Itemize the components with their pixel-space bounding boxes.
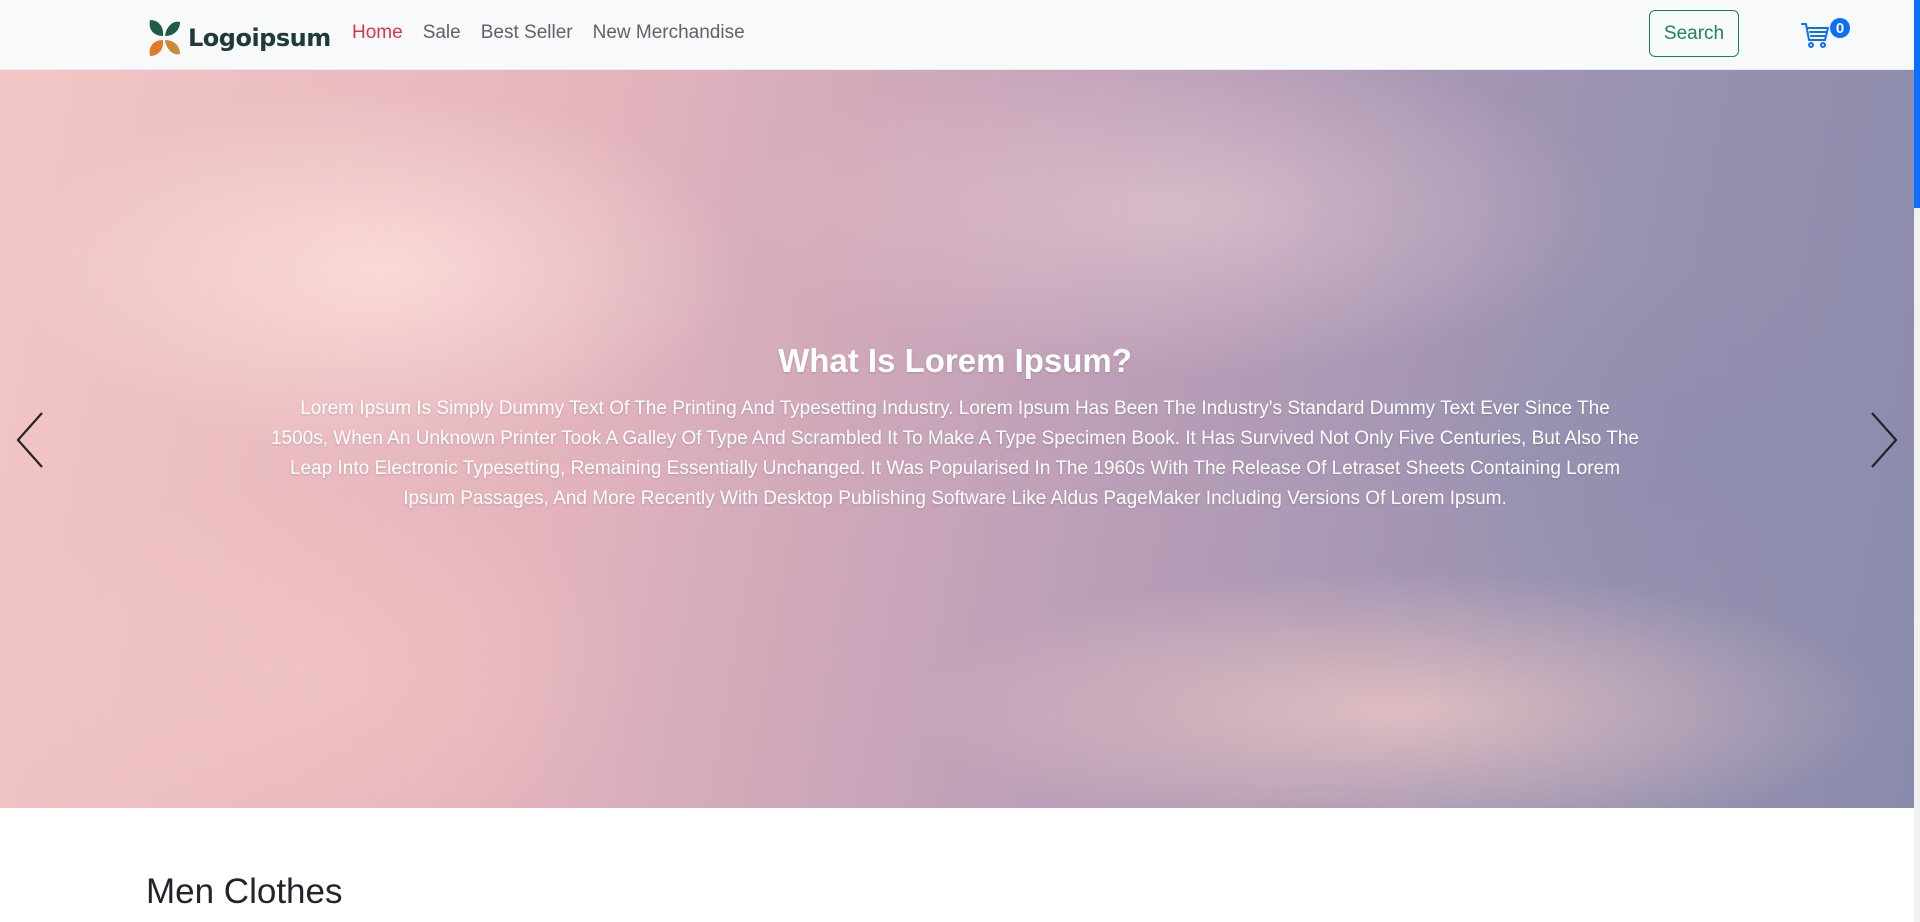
scrollbar-thumb[interactable] xyxy=(1914,0,1920,208)
hero-title: What Is Lorem Ipsum? xyxy=(778,342,1132,379)
shopping-cart-icon[interactable] xyxy=(1800,20,1830,50)
navbar: Logoipsum Home Sale Best Seller New Merc… xyxy=(0,0,1914,70)
cart-count-badge: 0 xyxy=(1830,18,1850,38)
nav-link-home[interactable]: Home xyxy=(352,22,403,44)
hero-text: Lorem Ipsum Is Simply Dummy Text Of The … xyxy=(270,398,1639,509)
brand-name: Logoipsum xyxy=(188,24,331,52)
hero-caption: What Is Lorem Ipsum? Lorem Ipsum Is Simp… xyxy=(270,342,1640,514)
carousel-prev-button[interactable] xyxy=(0,400,60,480)
hero-carousel: What Is Lorem Ipsum? Lorem Ipsum Is Simp… xyxy=(0,70,1914,808)
search-button[interactable]: Search xyxy=(1649,10,1739,57)
nav-link-new-merchandise[interactable]: New Merchandise xyxy=(593,22,745,44)
logo-icon xyxy=(149,20,180,56)
nav-link-sale[interactable]: Sale xyxy=(423,22,461,44)
brand-logo[interactable]: Logoipsum xyxy=(146,18,331,58)
chevron-left-icon xyxy=(16,412,43,468)
chevron-right-icon xyxy=(1871,412,1898,468)
nav-link-best-seller[interactable]: Best Seller xyxy=(481,22,573,44)
carousel-next-button[interactable] xyxy=(1854,400,1914,480)
page-scrollbar[interactable] xyxy=(1914,0,1920,922)
section-title-men-clothes: Men Clothes xyxy=(146,872,343,911)
main-nav: Home Sale Best Seller New Merchandise xyxy=(352,22,765,44)
